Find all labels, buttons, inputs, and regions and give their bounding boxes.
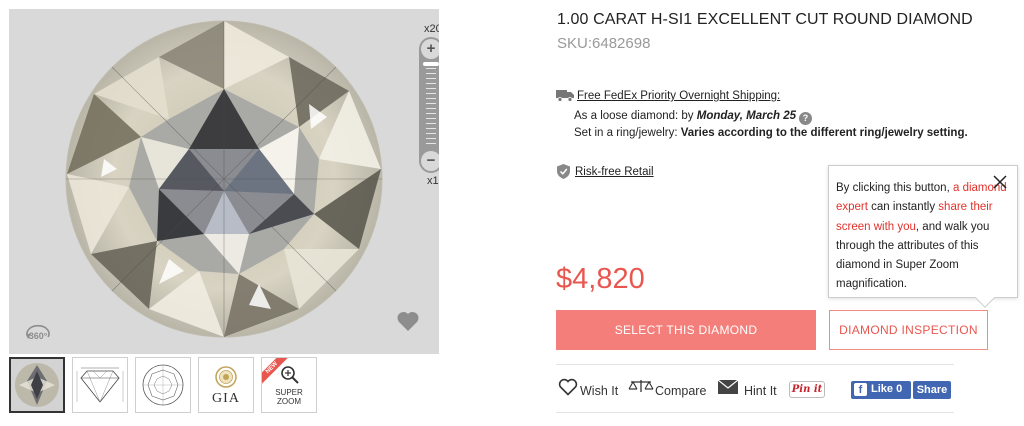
- diamond-inspection-button[interactable]: DIAMOND INSPECTION: [829, 310, 988, 350]
- facebook-like-button[interactable]: f Like 0: [851, 381, 911, 399]
- wish-it-label: Wish It: [580, 384, 619, 398]
- hint-it-button[interactable]: Hint It: [717, 378, 781, 400]
- diamond-photo-thumb-icon: [11, 359, 63, 411]
- truck-icon: [556, 90, 574, 102]
- facebook-icon: f: [854, 383, 867, 396]
- zoom-handle[interactable]: [423, 62, 439, 66]
- close-icon[interactable]: [992, 174, 1008, 190]
- facebook-share-button[interactable]: Share: [913, 381, 951, 399]
- price: $4,820: [556, 263, 645, 295]
- envelope-icon: [717, 379, 739, 394]
- diamond-diagram-icon: [76, 367, 124, 403]
- thumb-diamond-photo[interactable]: [9, 357, 65, 413]
- divider: [556, 364, 954, 365]
- super-zoom-label-line1: SUPER: [275, 388, 303, 397]
- help-icon[interactable]: ?: [799, 112, 813, 125]
- shield-check-icon: [557, 164, 570, 179]
- product-title: 1.00 CARAT H-SI1 EXCELLENT CUT ROUND DIA…: [557, 11, 973, 28]
- super-zoom-label: SUPER ZOOM: [262, 388, 316, 406]
- inspection-tooltip: By clicking this button, a diamond exper…: [828, 165, 1018, 308]
- zoom-max-label: x20: [424, 23, 439, 35]
- tooltip-text: By clicking this button, a diamond exper…: [836, 179, 1009, 295]
- select-diamond-button[interactable]: SELECT THIS DIAMOND: [556, 310, 816, 350]
- zoom-min-label: x1: [427, 175, 439, 187]
- pin-it-button[interactable]: Pin it: [789, 381, 825, 398]
- ring-delivery-value: Varies according to the different ring/j…: [680, 127, 968, 139]
- tooltip-text-2: can instantly: [867, 201, 939, 214]
- diamond-plot-icon: [142, 364, 184, 406]
- thumb-diamond-diagram[interactable]: [72, 357, 128, 413]
- delivery-date: Monday, March 25: [696, 110, 797, 122]
- ring-delivery-label: Set in a ring/jewelry:: [574, 127, 681, 139]
- ring-delivery: Set in a ring/jewelry: Varies according …: [574, 127, 968, 139]
- heart-icon[interactable]: [396, 310, 420, 332]
- rotate-360-icon[interactable]: 360°: [24, 320, 52, 344]
- diamond-image: [65, 20, 383, 338]
- rotate-360-label: 360°: [29, 331, 48, 341]
- gia-label: GIA: [212, 391, 240, 406]
- shipping-link[interactable]: Free FedEx Priority Overnight Shipping:: [577, 90, 780, 102]
- scale-icon: [628, 380, 654, 392]
- zoom-out-button[interactable]: −: [421, 151, 439, 171]
- thumb-super-zoom[interactable]: NEW SUPER ZOOM: [261, 357, 317, 413]
- gia-seal-icon: [215, 366, 237, 388]
- thumb-diamond-plot[interactable]: [135, 357, 191, 413]
- compare-button[interactable]: Compare: [628, 378, 710, 400]
- zoom-slider[interactable]: + −: [419, 37, 439, 173]
- loose-diamond-delivery: As a loose diamond: by Monday, March 25?: [574, 110, 813, 125]
- risk-free-retail-link[interactable]: Risk-free Retail: [575, 166, 654, 178]
- tooltip-text-1: By clicking this button,: [836, 182, 953, 194]
- compare-label: Compare: [655, 384, 707, 398]
- diamond-viewer[interactable]: x20 + − x1 360°: [9, 9, 439, 354]
- divider: [556, 412, 954, 413]
- heart-outline-icon: [558, 378, 578, 396]
- hint-it-label: Hint It: [744, 384, 777, 398]
- thumb-gia-certificate[interactable]: GIA: [198, 357, 254, 413]
- facebook-like-label: Like 0: [871, 383, 903, 395]
- loose-diamond-label: As a loose diamond: by: [574, 110, 697, 122]
- wish-it-button[interactable]: Wish It: [558, 378, 624, 400]
- super-zoom-label-line2: ZOOM: [277, 397, 301, 406]
- zoom-in-button[interactable]: +: [421, 39, 439, 59]
- product-sku: SKU:6482698: [557, 35, 651, 52]
- magnifier-icon: [281, 366, 299, 384]
- zoom-scale: [426, 63, 436, 145]
